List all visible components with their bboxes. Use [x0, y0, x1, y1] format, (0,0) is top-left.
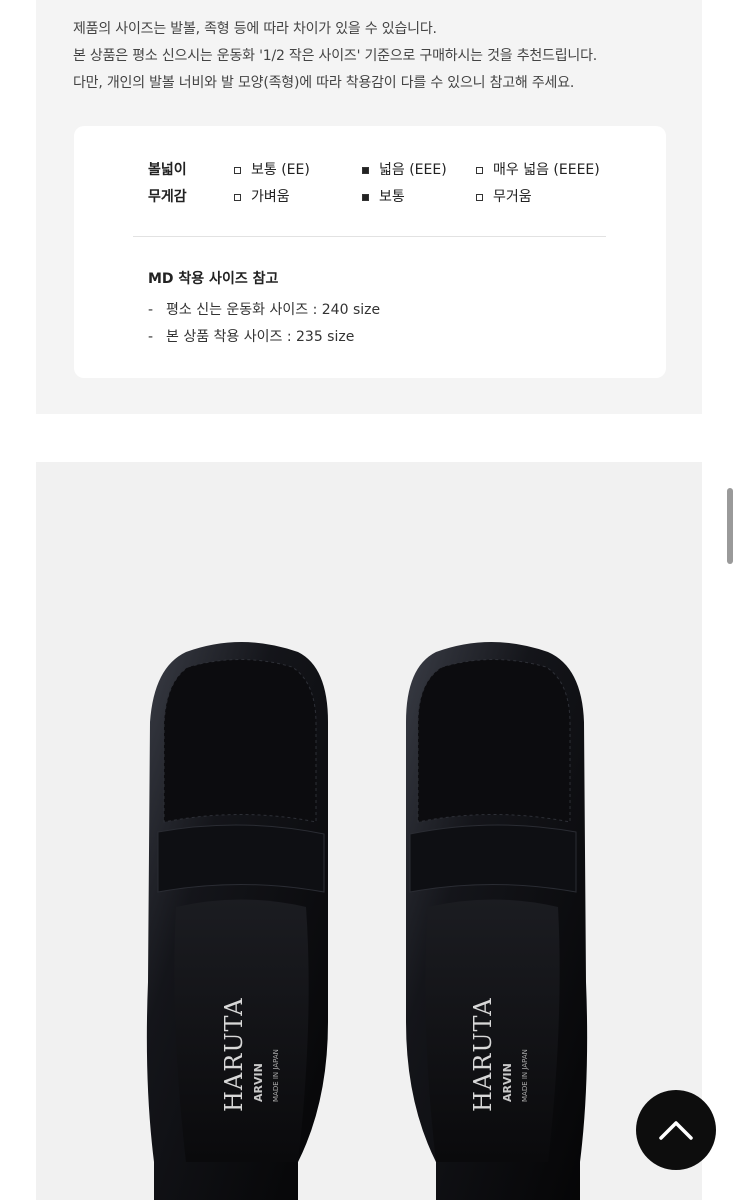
- checkbox-icon: [476, 166, 483, 174]
- scrollbar-thumb[interactable]: [727, 488, 733, 564]
- checkbox-icon: [476, 193, 483, 201]
- right-loafer: HARUTA ARVIN MADE IN JAPAN: [406, 642, 588, 1200]
- md-size-item: - 평소 신는 운동화 사이즈 : 240 size: [148, 302, 381, 318]
- card-divider: [133, 236, 606, 237]
- svg-text:MADE IN JAPAN: MADE IN JAPAN: [521, 1049, 529, 1102]
- option-width-extra-wide: 매우 넓음 (EEEE): [476, 160, 600, 180]
- checkbox-icon: [234, 193, 241, 201]
- checkbox-icon: [234, 166, 241, 174]
- option-width-normal: 보통 (EE): [234, 160, 310, 180]
- notice-line-3: 다만, 개인의 발볼 너비와 발 모양(족형)에 따라 착용감이 다를 수 있으…: [73, 75, 575, 91]
- left-loafer: HARUTA ARVIN MADE IN JAPAN: [146, 642, 328, 1200]
- size-spec-card: 볼넓이 보통 (EE) 넓음 (EEE) 매우 넓음 (EEEE) 무게감 가벼…: [74, 126, 666, 378]
- chevron-up-icon: [659, 1121, 693, 1140]
- svg-text:MADE IN JAPAN: MADE IN JAPAN: [272, 1049, 280, 1102]
- scroll-to-top-button[interactable]: [636, 1090, 716, 1170]
- checkbox-checked-icon: [362, 166, 369, 174]
- option-weight-light: 가벼움: [234, 187, 290, 207]
- spec-row-weight: 무게감 가벼움 보통 무거움: [148, 187, 648, 207]
- md-size-item: -본 상품 착용 사이즈 : 235 size: [148, 329, 355, 345]
- option-width-wide: 넓음 (EEE): [362, 160, 447, 180]
- spec-label-width: 볼넓이: [148, 162, 187, 178]
- svg-text:HARUTA: HARUTA: [220, 997, 248, 1112]
- notice-line-1: 제품의 사이즈는 발볼, 족형 등에 따라 차이가 있을 수 있습니다.: [73, 21, 437, 37]
- product-photo: HARUTA ARVIN MADE IN JAPAN HARUTA ARVIN …: [36, 462, 702, 1200]
- option-weight-normal: 보통: [362, 187, 405, 207]
- spec-label-weight: 무게감: [148, 189, 187, 205]
- loafers-image: HARUTA ARVIN MADE IN JAPAN HARUTA ARVIN …: [146, 642, 588, 1200]
- svg-text:HARUTA: HARUTA: [469, 997, 497, 1112]
- svg-text:ARVIN: ARVIN: [501, 1063, 514, 1102]
- md-size-title: MD 착용 사이즈 참고: [148, 271, 279, 287]
- size-notice: 제품의 사이즈는 발볼, 족형 등에 따라 차이가 있을 수 있습니다. 본 상…: [73, 16, 597, 97]
- spec-row-width: 볼넓이 보통 (EE) 넓음 (EEE) 매우 넓음 (EEEE): [148, 160, 648, 180]
- svg-text:ARVIN: ARVIN: [252, 1063, 265, 1102]
- notice-line-2: 본 상품은 평소 신으시는 운동화 '1/2 작은 사이즈' 기준으로 구매하시…: [73, 48, 598, 64]
- checkbox-checked-icon: [362, 193, 369, 201]
- option-weight-heavy: 무거움: [476, 187, 532, 207]
